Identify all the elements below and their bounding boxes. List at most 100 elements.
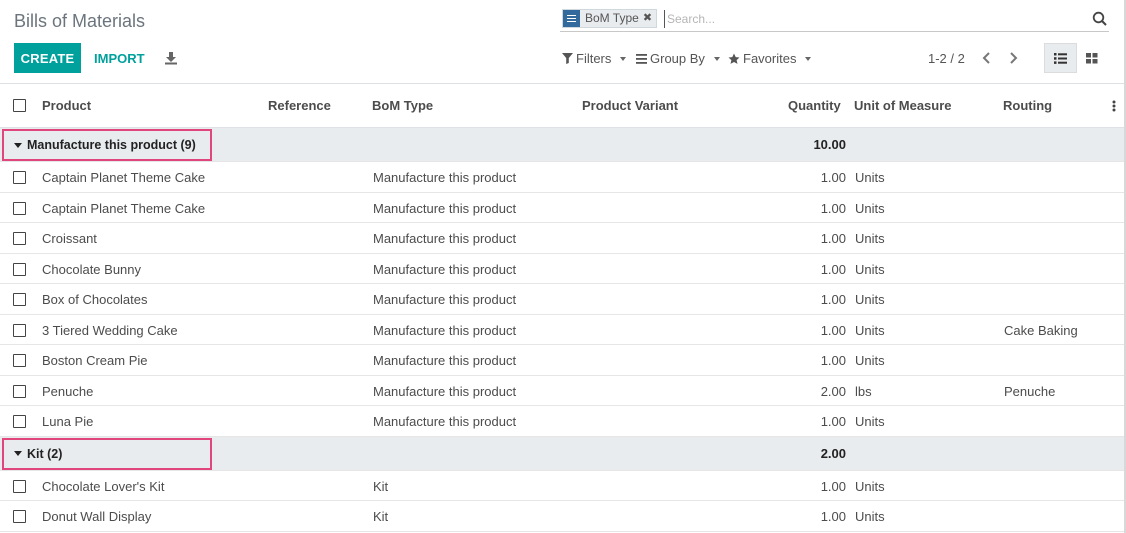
filters-dropdown[interactable]: Filters [562,51,627,66]
search-icon[interactable] [1092,11,1107,26]
row-checkbox[interactable] [13,354,26,367]
table-row[interactable]: Chocolate Lover's Kit Kit 1.00 Units [0,471,1124,501]
cell-routing: Cake Baking [1004,322,1078,338]
group-row-kit[interactable]: Kit (2) 2.00 [0,436,1124,471]
cell-uom: lbs [855,383,872,399]
column-header-product[interactable]: Product [42,98,91,113]
cell-product: Chocolate Bunny [42,261,142,277]
cell-uom: Units [855,292,885,307]
group-label: Kit (2) [14,447,62,461]
facet-remove-icon[interactable]: ✖ [643,10,656,27]
cell-quantity: 2.00 [820,383,846,399]
table-row[interactable]: Chocolate Bunny Manufacture this product… [0,254,1124,284]
cell-quantity: 1.00 [820,292,846,307]
select-all-checkbox[interactable] [13,99,26,112]
cell-uom: Units [855,261,885,277]
search-facet[interactable]: BoM Type ✖ [562,9,658,28]
cell-quantity: 1.00 [820,231,846,246]
kanban-view-icon [1086,52,1098,63]
table-row[interactable]: Penuche Manufacture this product 2.00 lb… [0,376,1124,406]
cell-product: Penuche [42,383,94,399]
cell-product: Captain Planet Theme Cake [42,200,206,216]
cell-quantity: 1.00 [820,509,846,524]
cell-bom-type: Manufacture this product [373,292,517,307]
list-view-button[interactable] [1044,43,1077,73]
table-row[interactable]: 3 Tiered Wedding Cake Manufacture this p… [0,315,1124,345]
column-header-reference[interactable]: Reference [268,98,331,113]
cell-product: Chocolate Lover's Kit [42,478,165,494]
table-row[interactable]: Donut Wall Display Kit 1.00 Units [0,501,1124,532]
cell-quantity: 1.00 [820,200,846,216]
table-row[interactable]: Croissant Manufacture this product 1.00 … [0,223,1124,254]
row-checkbox[interactable] [13,262,26,276]
cell-uom: Units [855,353,885,368]
favorites-dropdown[interactable]: Favorites [728,51,812,66]
control-panel: Bills of Materials CREATE IMPORT BoM Typ… [0,0,1124,84]
row-checkbox[interactable] [13,479,26,493]
group-row-manufacture[interactable]: Manufacture this product (9) 10.00 [0,128,1124,162]
column-header-uom[interactable]: Unit of Measure [854,98,952,113]
table-row[interactable]: Boston Cream Pie Manufacture this produc… [0,345,1124,376]
group-quantity-total: 2.00 [820,445,846,461]
cell-quantity: 1.00 [820,478,846,494]
group-by-icon [563,10,580,27]
cell-quantity: 1.00 [820,170,846,185]
create-button[interactable]: CREATE [14,43,81,73]
cell-bom-type: Kit [373,478,389,494]
group-label: Manufacture this product (9) [14,138,196,152]
group-name: Kit (2) [27,446,63,461]
group-quantity-total: 10.00 [813,137,846,152]
group-name: Manufacture this product (9) [27,138,196,152]
cell-quantity: 1.00 [820,322,846,338]
table-header: Product Reference BoM Type Product Varia… [0,84,1124,128]
cell-product: Box of Chocolates [42,292,148,307]
bom-list-table: Product Reference BoM Type Product Varia… [0,84,1124,532]
cell-product: Boston Cream Pie [42,353,148,368]
table-row[interactable]: Captain Planet Theme Cake Manufacture th… [0,162,1124,193]
column-header-routing[interactable]: Routing [1003,98,1052,113]
column-header-quantity[interactable]: Quantity [788,98,841,113]
cell-bom-type: Manufacture this product [373,261,517,277]
row-checkbox[interactable] [13,510,26,523]
chevron-right-icon[interactable] [1006,50,1020,66]
row-checkbox[interactable] [13,384,26,398]
row-checkbox[interactable] [13,171,26,184]
table-row[interactable]: Luna Pie Manufacture this product 1.00 U… [0,406,1124,437]
cell-routing: Penuche [1004,383,1056,399]
cell-bom-type: Manufacture this product [373,353,517,368]
download-icon[interactable] [164,51,178,65]
optional-columns-icon[interactable] [1112,99,1116,113]
chevron-left-icon[interactable] [980,50,994,66]
cell-product: 3 Tiered Wedding Cake [42,322,178,338]
caret-down-icon [713,56,720,61]
group-by-dropdown[interactable]: Group By [636,51,720,66]
table-row[interactable]: Captain Planet Theme Cake Manufacture th… [0,193,1124,223]
row-checkbox[interactable] [13,232,26,245]
search-bar: BoM Type ✖ [560,7,1109,32]
filter-icon [562,53,573,64]
caret-down-icon [14,451,22,456]
cell-bom-type: Manufacture this product [373,322,517,338]
kanban-view-button[interactable] [1081,43,1103,73]
cell-product: Luna Pie [42,414,94,429]
row-checkbox[interactable] [13,415,26,428]
row-checkbox[interactable] [13,201,26,215]
table-row[interactable]: Box of Chocolates Manufacture this produ… [0,284,1124,315]
cell-bom-type: Manufacture this product [373,200,517,216]
cell-bom-type: Manufacture this product [373,383,517,399]
search-input[interactable] [664,10,1064,28]
column-header-product-variant[interactable]: Product Variant [582,98,678,113]
cell-uom: Units [855,509,885,524]
cell-uom: Units [855,200,885,216]
cell-bom-type: Manufacture this product [373,414,517,429]
cell-product: Captain Planet Theme Cake [42,170,206,185]
column-header-bom-type[interactable]: BoM Type [372,98,433,113]
pager-value[interactable]: 1-2 / 2 [928,51,965,66]
row-checkbox[interactable] [13,323,26,337]
filters-label: Filters [576,51,612,66]
import-button[interactable]: IMPORT [94,51,145,66]
list-view-icon [1054,52,1067,64]
row-checkbox[interactable] [13,293,26,306]
cell-uom: Units [855,478,885,494]
cell-uom: Units [855,414,885,429]
